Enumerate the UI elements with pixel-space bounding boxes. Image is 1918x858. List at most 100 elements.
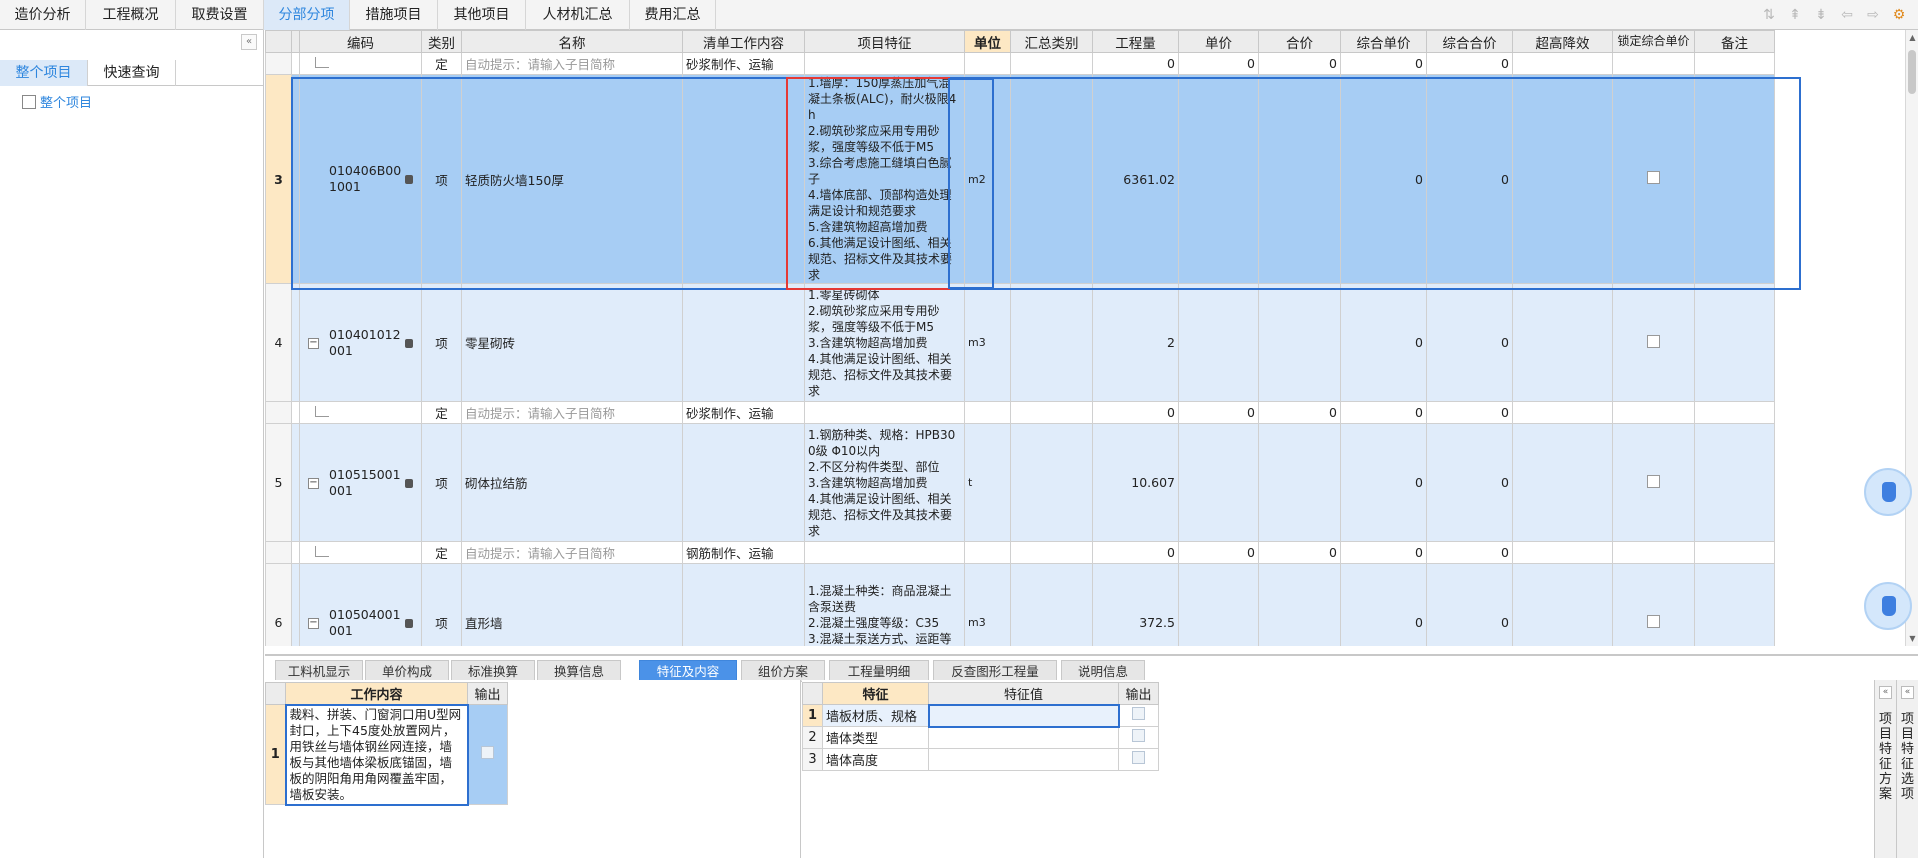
name-cell[interactable]: 轻质防火墙150厚	[461, 74, 683, 284]
col-header-quantity[interactable]: 工程量	[1092, 30, 1179, 53]
height-efficiency-cell[interactable]	[1512, 541, 1613, 564]
tree-root-whole-project[interactable]: 整个项目	[40, 96, 92, 111]
lock-composite-checkbox[interactable]	[1647, 614, 1660, 628]
unit-price-cell[interactable]	[1178, 283, 1259, 402]
composite-total-cell[interactable]: 0	[1426, 283, 1513, 402]
unit-cell[interactable]	[964, 401, 1011, 424]
height-efficiency-cell[interactable]	[1512, 74, 1613, 284]
col-header-unit[interactable]: 单位	[964, 30, 1011, 53]
col-header-remark[interactable]: 备注	[1694, 30, 1775, 53]
move-bottom-icon[interactable]: ⇟	[1810, 4, 1832, 26]
lock-cell[interactable]	[1612, 74, 1695, 284]
tab-fee-settings[interactable]: 取费设置	[176, 0, 264, 30]
quantity-cell[interactable]: 6361.02	[1092, 74, 1179, 284]
category-cell[interactable]	[1010, 563, 1093, 646]
quantity-cell[interactable]: 2	[1092, 283, 1179, 402]
code-cell[interactable]: −010515001001	[299, 423, 422, 542]
type-cell[interactable]: 项	[421, 423, 462, 542]
composite-unit-price-cell[interactable]: 0	[1340, 74, 1427, 284]
table-row[interactable]: 1 墙板材质、规格	[802, 703, 1159, 728]
row-number[interactable]: 3	[265, 74, 292, 284]
composite-total-cell[interactable]: 0	[1426, 563, 1513, 646]
output-checkbox[interactable]	[481, 746, 495, 759]
scrollbar-thumb[interactable]	[1908, 50, 1916, 94]
quantity-cell[interactable]: 0	[1092, 541, 1179, 564]
height-efficiency-cell[interactable]	[1512, 401, 1613, 424]
height-efficiency-cell[interactable]	[1512, 283, 1613, 402]
composite-unit-price-cell[interactable]: 0	[1340, 283, 1427, 402]
row-number[interactable]: 1	[802, 704, 823, 727]
tab-features-content[interactable]: 特征及内容	[639, 660, 737, 682]
remark-cell[interactable]	[1694, 74, 1775, 284]
tab-whole-project[interactable]: 整个项目	[0, 60, 88, 86]
assistant-float-icon[interactable]	[1864, 468, 1912, 516]
assistant-float-icon-2[interactable]	[1864, 582, 1912, 630]
col-header-composite-total[interactable]: 综合合价	[1426, 30, 1513, 53]
remark-cell[interactable]	[1694, 401, 1775, 424]
tab-unit-price-composition[interactable]: 单价构成	[365, 660, 449, 682]
tab-pricing-scheme[interactable]: 组价方案	[741, 660, 825, 682]
unit-price-cell[interactable]	[1178, 423, 1259, 542]
feature-value-input[interactable]	[927, 703, 1120, 728]
tab-other-items[interactable]: 其他项目	[438, 0, 526, 30]
composite-unit-price-cell[interactable]: 0	[1340, 423, 1427, 542]
name-cell[interactable]: 自动提示：请输入子目简称	[461, 52, 683, 75]
output-cell[interactable]	[467, 704, 508, 805]
tab-labor-material-display[interactable]: 工料机显示	[275, 660, 363, 682]
quantity-cell[interactable]: 0	[1092, 52, 1179, 75]
total-price-cell[interactable]	[1258, 283, 1341, 402]
tab-description-info[interactable]: 说明信息	[1061, 660, 1145, 682]
feature-cell[interactable]: 1.墙厚：150厚蒸压加气混凝土条板(ALC)，耐火极限4h 2.砌筑砂浆应采用…	[804, 74, 965, 284]
col-header-name[interactable]: 名称	[461, 30, 683, 53]
row-number[interactable]	[265, 52, 292, 75]
col-header-work-content[interactable]: 工作内容	[285, 682, 468, 705]
feature-name-cell[interactable]: 墙体高度	[822, 748, 929, 771]
tab-standard-conversion[interactable]: 标准换算	[451, 660, 535, 682]
lock-composite-checkbox[interactable]	[1647, 334, 1660, 348]
unit-price-cell[interactable]	[1178, 74, 1259, 284]
height-efficiency-cell[interactable]	[1512, 423, 1613, 542]
feature-name-cell[interactable]: 墙体类型	[822, 726, 929, 749]
height-efficiency-cell[interactable]	[1512, 52, 1613, 75]
row-number[interactable]: 2	[802, 726, 823, 749]
work-content-cell[interactable]: 砂浆制作、运输	[682, 52, 805, 75]
feature-cell[interactable]: 1.零星砖砌体 2.砌筑砂浆应采用专用砂浆，强度等级不低于M5 3.含建筑物超高…	[804, 283, 965, 402]
name-cell[interactable]: 零星砌砖	[461, 283, 683, 402]
unit-price-cell[interactable]	[1178, 563, 1259, 646]
composite-total-cell[interactable]: 0	[1426, 401, 1513, 424]
col-header-output[interactable]: 输出	[1118, 682, 1159, 705]
composite-unit-price-cell[interactable]: 0	[1340, 401, 1427, 424]
vertical-scrollbar[interactable]: ▲ ▼	[1905, 30, 1918, 646]
work-content-cell[interactable]	[682, 283, 805, 402]
output-checkbox[interactable]	[1132, 729, 1145, 742]
total-price-cell[interactable]: 0	[1258, 541, 1341, 564]
output-checkbox[interactable]	[1132, 707, 1146, 720]
arrow-left-icon[interactable]: ⇦	[1836, 4, 1858, 26]
table-row[interactable]: 4 −010401012001 项 零星砌砖 1.零星砖砌体 2.砌筑砂浆应采用…	[265, 283, 1775, 402]
tab-conversion-info[interactable]: 换算信息	[537, 660, 621, 682]
remark-cell[interactable]	[1694, 563, 1775, 646]
lock-cell[interactable]	[1612, 423, 1695, 542]
composite-unit-price-cell[interactable]: 0	[1340, 541, 1427, 564]
col-header-unit-price[interactable]: 单价	[1178, 30, 1259, 53]
col-header-code[interactable]: 编码	[299, 30, 422, 53]
unit-price-cell[interactable]: 0	[1178, 52, 1259, 75]
tab-measure-items[interactable]: 措施项目	[350, 0, 438, 30]
composite-total-cell[interactable]: 0	[1426, 541, 1513, 564]
code-cell[interactable]	[299, 541, 422, 564]
row-number[interactable]: 1	[265, 704, 286, 805]
composite-total-cell[interactable]: 0	[1426, 423, 1513, 542]
work-content-cell[interactable]	[682, 423, 805, 542]
remark-cell[interactable]	[1694, 541, 1775, 564]
remark-cell[interactable]	[1694, 52, 1775, 75]
category-cell[interactable]	[1010, 74, 1093, 284]
tab-reverse-graphic-quantity[interactable]: 反查图形工程量	[933, 660, 1057, 682]
total-price-cell[interactable]	[1258, 563, 1341, 646]
category-cell[interactable]	[1010, 401, 1093, 424]
expand-panel-icon[interactable]: «	[1901, 686, 1914, 699]
tab-quick-query[interactable]: 快速查询	[88, 60, 176, 86]
code-cell[interactable]: 010406B001001	[299, 74, 422, 284]
composite-unit-price-cell[interactable]: 0	[1340, 52, 1427, 75]
unit-cell[interactable]	[964, 541, 1011, 564]
col-header-summary-category[interactable]: 汇总类别	[1010, 30, 1093, 53]
